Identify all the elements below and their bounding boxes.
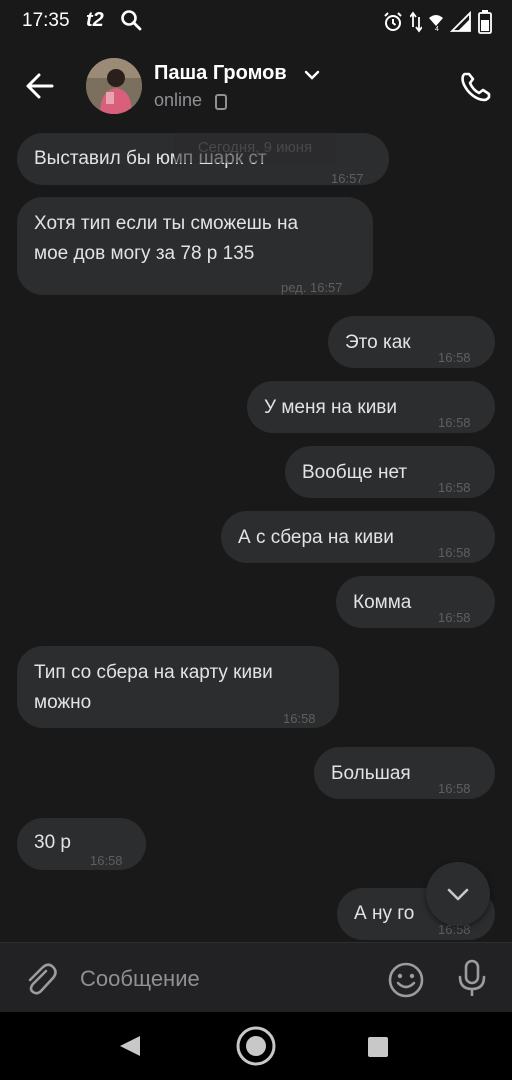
- avatar-image: [86, 58, 142, 114]
- message-composer: [0, 942, 512, 1012]
- call-button[interactable]: [456, 66, 496, 106]
- message-text: Тип со сбера на карту киви можно: [34, 662, 273, 713]
- arrow-left-icon: [26, 73, 54, 99]
- chevron-down-icon: [447, 888, 469, 901]
- nav-recents-button[interactable]: [368, 1037, 388, 1057]
- smiley-icon: [388, 962, 424, 998]
- battery-icon: [478, 10, 492, 39]
- message-list[interactable]: Выставил бы юмп шарк ст 16:57 Сегодня, 9…: [0, 130, 512, 942]
- message-incoming[interactable]: 30 р 16:58: [17, 818, 146, 870]
- status-bar: 17:35 t2 4: [0, 0, 512, 44]
- message-incoming[interactable]: Хотя тип если ты сможешь на мое дов могу…: [17, 197, 373, 295]
- message-text: Большая: [331, 763, 411, 784]
- message-time: 16:58: [438, 781, 471, 796]
- message-text: А ну го: [354, 903, 415, 924]
- message-outgoing[interactable]: Это как 16:58: [328, 316, 495, 368]
- nav-back-button[interactable]: [118, 1034, 142, 1063]
- system-icons: 4: [382, 10, 492, 39]
- message-text: Это как: [345, 332, 411, 353]
- svg-text:4: 4: [435, 26, 439, 32]
- triangle-back-icon: [120, 1036, 140, 1056]
- back-button[interactable]: [20, 66, 60, 106]
- paperclip-icon: [28, 963, 57, 995]
- date-separator: Сегодня, 9 июня: [174, 133, 336, 163]
- home-circle-icon: [236, 1026, 276, 1066]
- message-text: Комма: [353, 592, 412, 613]
- carrier-logo: t2: [86, 9, 104, 31]
- contact-name[interactable]: Паша Громов: [154, 62, 287, 85]
- message-text: А с сбера на киви: [238, 527, 394, 548]
- message-text: У меня на киви: [264, 397, 398, 418]
- message-outgoing[interactable]: Большая 16:58: [314, 747, 495, 799]
- message-time: 16:58: [438, 610, 471, 625]
- message-outgoing[interactable]: Комма 16:58: [336, 576, 495, 628]
- status-time: 17:35: [22, 10, 70, 31]
- system-navigation-bar: [0, 1012, 512, 1080]
- chevron-down-icon[interactable]: [304, 68, 320, 86]
- message-time: 16:58: [90, 853, 123, 868]
- message-time: ред. 16:57: [281, 280, 343, 295]
- message-text: Хотя тип если ты сможешь на мое дов могу…: [34, 213, 299, 264]
- signal-icon: [449, 10, 472, 38]
- message-time: 16:57: [331, 171, 364, 186]
- message-text: 30 р: [34, 832, 71, 853]
- scroll-to-bottom-button[interactable]: [426, 862, 490, 926]
- message-outgoing[interactable]: У меня на киви 16:58: [247, 381, 495, 433]
- message-outgoing[interactable]: Вообще нет 16:58: [285, 446, 495, 498]
- mobile-device-icon: [215, 94, 227, 115]
- contact-status: online: [154, 90, 203, 110]
- microphone-icon: [458, 959, 486, 996]
- nav-home-button[interactable]: [234, 1024, 278, 1073]
- attach-button[interactable]: [20, 959, 60, 999]
- message-time: 16:58: [438, 545, 471, 560]
- message-time: 16:58: [438, 480, 471, 495]
- chat-header: Паша Громов online: [0, 44, 512, 130]
- message-input[interactable]: [80, 959, 370, 999]
- message-time: 16:58: [283, 711, 316, 726]
- message-time: 16:58: [438, 350, 471, 365]
- phone-icon: [461, 72, 491, 102]
- message-outgoing[interactable]: А с сбера на киви 16:58: [221, 511, 495, 563]
- message-time: 16:58: [438, 415, 471, 430]
- voice-message-button[interactable]: [452, 958, 492, 998]
- message-text: Вообще нет: [302, 462, 408, 483]
- message-incoming[interactable]: Тип со сбера на карту киви можно 16:58: [17, 646, 339, 728]
- emoji-button[interactable]: [386, 960, 426, 1000]
- avatar[interactable]: [86, 58, 142, 114]
- data-arrows-icon: [409, 11, 423, 38]
- alarm-icon: [382, 11, 404, 38]
- search-icon: [120, 9, 142, 36]
- wifi-icon: 4: [428, 12, 444, 37]
